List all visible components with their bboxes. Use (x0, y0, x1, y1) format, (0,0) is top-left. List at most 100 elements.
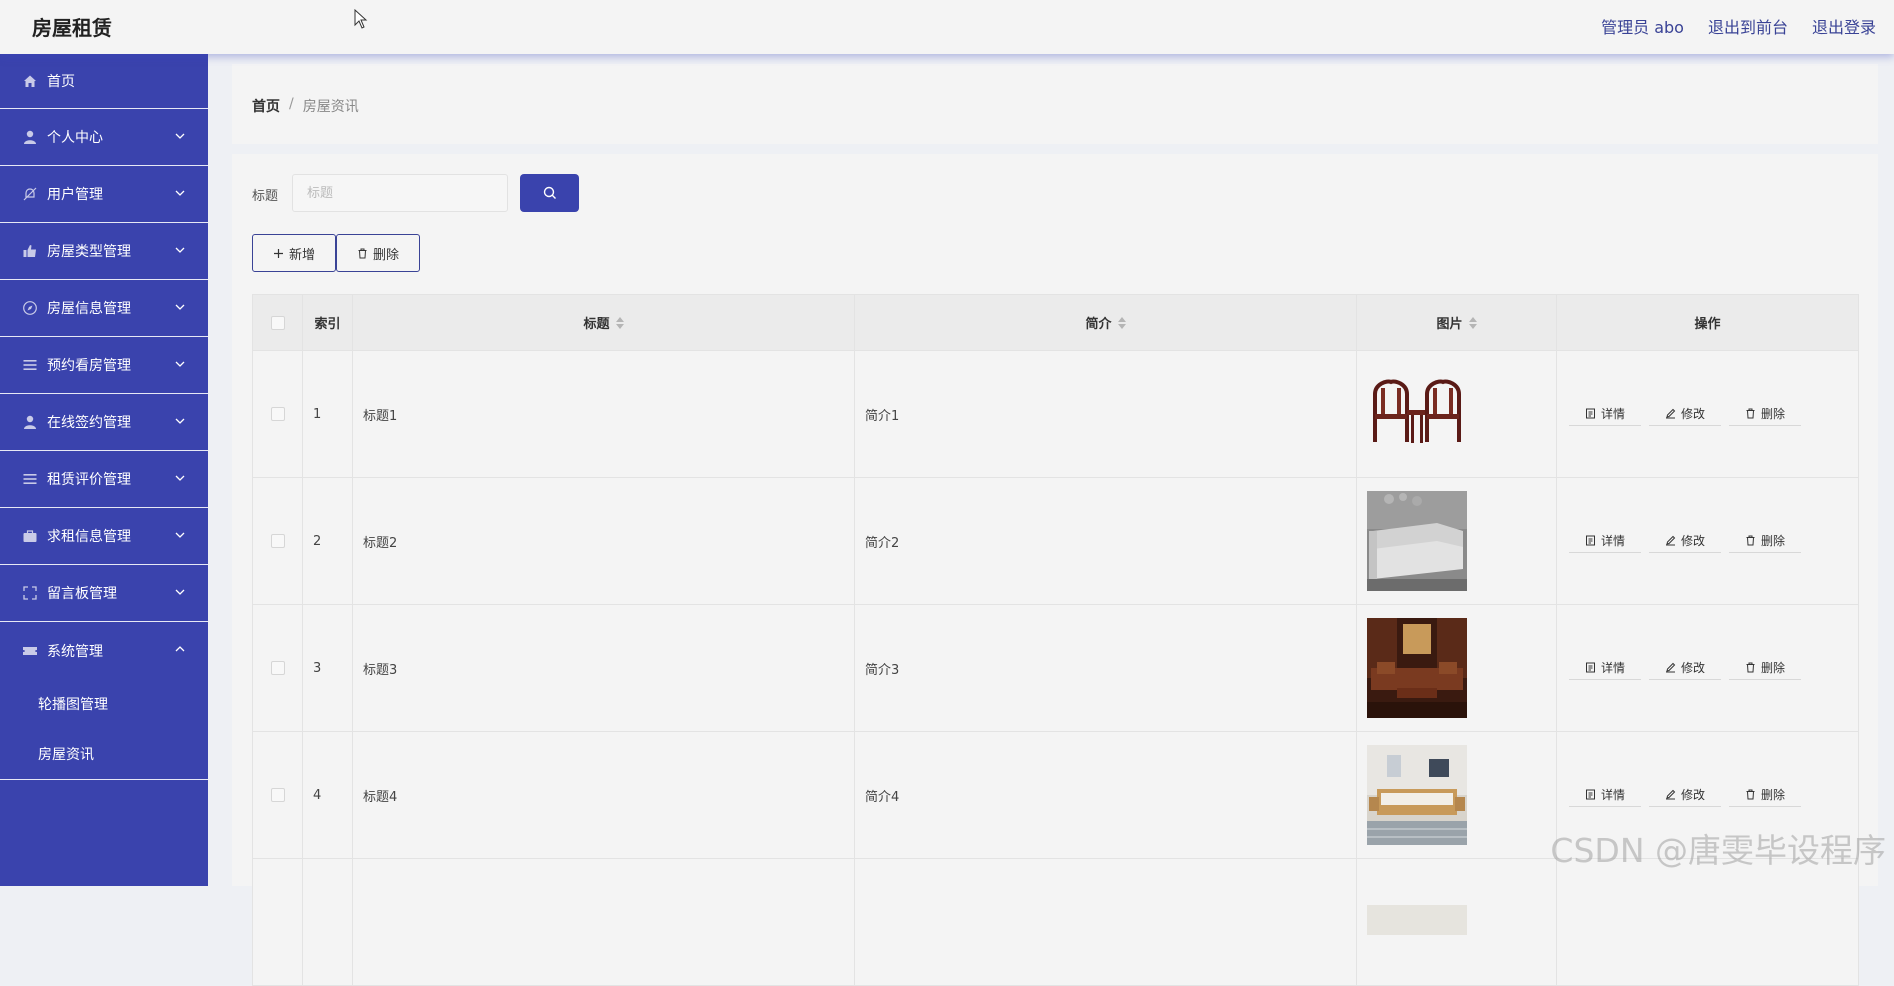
sidebar-item-home[interactable]: 首页 (0, 54, 208, 109)
row-index: 3 (303, 605, 353, 732)
chevron-down-icon (174, 187, 186, 199)
chevron-down-icon (174, 529, 186, 541)
logout-link[interactable]: 退出登录 (1812, 14, 1876, 38)
chevron-down-icon (174, 472, 186, 484)
thumb-icon (22, 243, 38, 259)
sort-icon[interactable] (616, 317, 624, 329)
watermark: CSDN @唐雯毕设程序 (1550, 824, 1886, 872)
briefcase-icon (22, 528, 38, 544)
detail-label: 详情 (1601, 532, 1625, 549)
sidebar-item-message-board-management[interactable]: 留言板管理 (0, 565, 208, 622)
sidebar-item-viewing-appointment-management[interactable]: 预约看房管理 (0, 337, 208, 394)
delete-label: 删除 (1761, 532, 1785, 549)
edit-button[interactable]: 修改 (1649, 783, 1721, 807)
detail-label: 详情 (1601, 786, 1625, 803)
column-header-title[interactable]: 标题 (353, 295, 855, 351)
detail-button[interactable]: 详情 (1569, 529, 1641, 553)
sidebar-item-system-management[interactable]: 系统管理 (0, 622, 208, 679)
sidebar: 首页 个人中心 用户管理 房屋类型管理 房屋信息管理 预约看房管理 在线签约管理… (0, 54, 208, 886)
sidebar-item-label: 留言板管理 (47, 583, 117, 603)
delete-button[interactable]: 删除 (1729, 656, 1801, 680)
sofa-thumbnail[interactable] (1367, 491, 1467, 591)
sidebar-item-online-contract-management[interactable]: 在线签约管理 (0, 394, 208, 451)
header-links: 管理员 abo 退出到前台 退出登录 (1601, 14, 1876, 38)
add-button[interactable]: 新增 (252, 234, 336, 272)
row-title: 标题2 (353, 478, 855, 605)
sidebar-item-label: 租赁评价管理 (47, 469, 131, 489)
chevron-down-icon (174, 358, 186, 370)
row-ops-cell: 详情 修改 删除 (1557, 605, 1859, 732)
sidebar-item-label: 个人中心 (47, 127, 103, 147)
detail-button[interactable]: 详情 (1569, 402, 1641, 426)
search-button[interactable] (520, 174, 579, 212)
row-index: 2 (303, 478, 353, 605)
sidebar-item-house-type-management[interactable]: 房屋类型管理 (0, 223, 208, 280)
sidebar-item-rental-review-management[interactable]: 租赁评价管理 (0, 451, 208, 508)
column-header-intro[interactable]: 简介 (855, 295, 1357, 351)
select-all-checkbox[interactable] (271, 316, 285, 330)
sidebar-item-label: 预约看房管理 (47, 355, 131, 375)
row-checkbox[interactable] (271, 661, 285, 675)
sidebar-item-label: 求租信息管理 (47, 526, 131, 546)
document-icon (1585, 789, 1596, 800)
chairs-thumbnail[interactable] (1367, 364, 1467, 464)
delete-label: 删除 (1761, 405, 1785, 422)
delete-button[interactable]: 删除 (1729, 402, 1801, 426)
breadcrumb: 首页 / 房屋资讯 (252, 96, 359, 116)
edit-button[interactable]: 修改 (1649, 402, 1721, 426)
breadcrumb-separator: / (289, 96, 294, 116)
sort-icon[interactable] (1118, 317, 1126, 329)
user-icon (22, 129, 38, 145)
chevron-down-icon (174, 244, 186, 256)
top-bar: 房屋租赁 管理员 abo 退出到前台 退出登录 (0, 0, 1894, 54)
edit-label: 修改 (1681, 786, 1705, 803)
exit-to-frontend-link[interactable]: 退出到前台 (1708, 14, 1788, 38)
breadcrumb-home[interactable]: 首页 (252, 96, 280, 116)
sidebar-subitem-carousel-management[interactable]: 轮播图管理 (0, 679, 208, 729)
batch-delete-button[interactable]: 删除 (336, 234, 420, 272)
sidebar-item-rental-request-management[interactable]: 求租信息管理 (0, 508, 208, 565)
delete-button[interactable]: 删除 (1729, 783, 1801, 807)
detail-label: 详情 (1601, 405, 1625, 422)
column-header-image-label: 图片 (1436, 313, 1462, 332)
detail-label: 详情 (1601, 659, 1625, 676)
search-title-input[interactable] (292, 174, 508, 212)
chevron-down-icon (174, 301, 186, 313)
sidebar-item-personal-center[interactable]: 个人中心 (0, 109, 208, 166)
compass-icon (22, 300, 38, 316)
detail-button[interactable]: 详情 (1569, 783, 1641, 807)
row-intro: 简介4 (855, 732, 1357, 859)
sidebar-item-user-management[interactable]: 用户管理 (0, 166, 208, 223)
pencil-icon (1665, 535, 1676, 546)
search-label: 标题 (252, 185, 278, 204)
delete-button[interactable]: 删除 (1729, 529, 1801, 553)
table-row: 3 标题3 简介3 (253, 605, 1859, 732)
breadcrumb-current: 房屋资讯 (303, 96, 359, 116)
edit-label: 修改 (1681, 659, 1705, 676)
edit-button[interactable]: 修改 (1649, 656, 1721, 680)
list-icon (22, 471, 38, 487)
sidebar-item-label: 系统管理 (47, 641, 103, 661)
sidebar-item-house-info-management[interactable]: 房屋信息管理 (0, 280, 208, 337)
sort-icon[interactable] (1469, 317, 1477, 329)
edit-label: 修改 (1681, 532, 1705, 549)
chevron-down-icon (174, 130, 186, 142)
bedroom-thumbnail[interactable] (1367, 745, 1467, 845)
sidebar-item-label: 用户管理 (47, 184, 103, 204)
sidebar-item-label: 首页 (47, 71, 75, 91)
table-row: 2 标题2 简介2 详情 (253, 478, 1859, 605)
sidebar-item-label: 在线签约管理 (47, 412, 131, 432)
admin-user-link[interactable]: 管理员 abo (1601, 14, 1684, 38)
row-checkbox[interactable] (271, 407, 285, 421)
sidebar-subitem-house-news[interactable]: 房屋资讯 (0, 729, 208, 779)
row-ops-cell: 详情 修改 删除 (1557, 351, 1859, 478)
bell-off-icon (22, 186, 38, 202)
detail-button[interactable]: 详情 (1569, 656, 1641, 680)
column-header-image[interactable]: 图片 (1357, 295, 1557, 351)
fullscreen-icon (22, 585, 38, 601)
living-room-thumbnail[interactable] (1367, 618, 1467, 718)
delete-label: 删除 (1761, 786, 1785, 803)
edit-button[interactable]: 修改 (1649, 529, 1721, 553)
row-checkbox[interactable] (271, 534, 285, 548)
row-checkbox[interactable] (271, 788, 285, 802)
